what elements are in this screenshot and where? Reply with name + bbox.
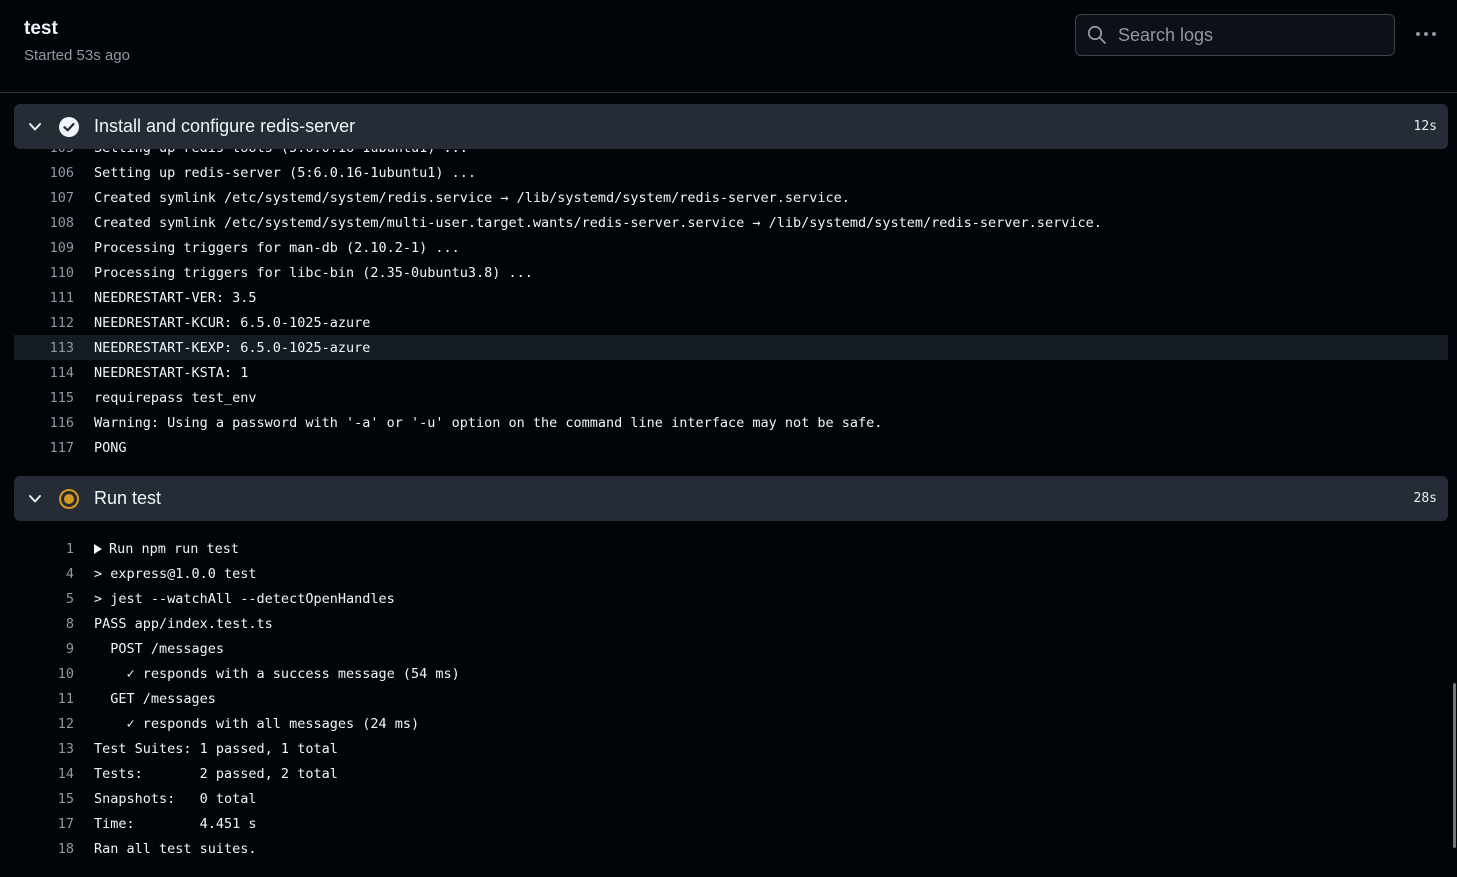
job-title: test [24, 18, 58, 39]
log-text: > jest --watchAll --detectOpenHandles [94, 590, 395, 607]
log-text: Warning: Using a password with '-a' or '… [94, 414, 883, 431]
log-line[interactable]: 12 ✓ responds with all messages (24 ms) [14, 711, 1448, 736]
line-number[interactable]: 106 [14, 165, 74, 181]
log-text: NEEDRESTART-KSTA: 1 [94, 364, 249, 381]
job-header: test Started 53s ago [0, 0, 1457, 93]
log-text: GET /messages [94, 690, 216, 707]
line-number[interactable]: 5 [14, 591, 74, 607]
step-duration: 12s [1413, 119, 1437, 134]
log-text: Snapshots: 0 total [94, 790, 257, 807]
log-line[interactable]: 4 > express@1.0.0 test [14, 561, 1448, 586]
scrollbar-thumb[interactable] [1453, 683, 1456, 848]
log-text: NEEDRESTART-KEXP: 6.5.0-1025-azure [94, 339, 371, 356]
log-line[interactable]: 110 Processing triggers for libc-bin (2.3… [14, 260, 1448, 285]
log-line[interactable]: 9 POST /messages [14, 636, 1448, 661]
step-log-run-test: 1 Run npm run test 4 > express@1.0.0 test 5 >… [14, 536, 1448, 861]
line-number[interactable]: 112 [14, 315, 74, 331]
chevron-down-icon[interactable] [26, 118, 44, 136]
line-number[interactable]: 11 [14, 691, 74, 707]
log-line[interactable]: 1 Run npm run test [14, 536, 1448, 561]
log-text: Time: 4.451 s [94, 815, 257, 832]
line-number[interactable]: 18 [14, 841, 74, 857]
line-number[interactable]: 8 [14, 616, 74, 632]
step-name: Install and configure redis-server [94, 116, 356, 136]
line-number[interactable]: 110 [14, 265, 74, 281]
log-line[interactable]: 115 requirepass test_env [14, 385, 1448, 410]
search-icon [1086, 24, 1108, 46]
log-text: requirepass test_env [94, 389, 257, 406]
line-number[interactable]: 107 [14, 190, 74, 206]
job-started-time: Started 53s ago [24, 47, 130, 64]
chevron-down-icon[interactable] [26, 490, 44, 508]
log-line[interactable]: 117 PONG [14, 435, 1448, 460]
log-text: Created symlink /etc/systemd/system/redi… [94, 189, 850, 206]
log-line[interactable]: 111 NEEDRESTART-VER: 3.5 [14, 285, 1448, 310]
log-line[interactable]: 114 NEEDRESTART-KSTA: 1 [14, 360, 1448, 385]
step-header-install-redis[interactable]: Install and configure redis-server 12s [14, 104, 1448, 149]
line-number[interactable]: 17 [14, 816, 74, 832]
log-line[interactable]: 11 GET /messages [14, 686, 1448, 711]
log-text: NEEDRESTART-KCUR: 6.5.0-1025-azure [94, 314, 371, 331]
line-number[interactable]: 115 [14, 390, 74, 406]
step-header-run-test[interactable]: Run test 28s [14, 476, 1448, 521]
disclosure-triangle-icon[interactable] [94, 543, 102, 554]
log-line[interactable]: 10 ✓ responds with a success message (54… [14, 661, 1448, 686]
log-text: Test Suites: 1 passed, 1 total [94, 740, 338, 757]
line-number[interactable]: 117 [14, 440, 74, 456]
log-text: ✓ responds with all messages (24 ms) [94, 715, 420, 732]
log-text: NEEDRESTART-VER: 3.5 [94, 289, 257, 306]
log-text: Ran all test suites. [94, 840, 257, 857]
log-line[interactable]: 116 Warning: Using a password with '-a' o… [14, 410, 1448, 435]
log-text: Processing triggers for man-db (2.10.2-1… [94, 239, 460, 256]
log-line[interactable]: 5 > jest --watchAll --detectOpenHandles [14, 586, 1448, 611]
line-number[interactable]: 10 [14, 666, 74, 682]
step-duration: 28s [1413, 491, 1437, 506]
log-line[interactable]: 106 Setting up redis-server (5:6.0.16-1ub… [14, 160, 1448, 185]
log-text: Tests: 2 passed, 2 total [94, 765, 338, 782]
line-number[interactable]: 12 [14, 716, 74, 732]
line-number[interactable]: 111 [14, 290, 74, 306]
line-number[interactable]: 9 [14, 641, 74, 657]
search-logs-input[interactable] [1116, 23, 1380, 47]
line-number[interactable]: 108 [14, 215, 74, 231]
line-number[interactable]: 14 [14, 766, 74, 782]
line-number[interactable]: 116 [14, 415, 74, 431]
log-text: PASS app/index.test.ts [94, 615, 273, 632]
log-line[interactable]: 113 NEEDRESTART-KEXP: 6.5.0-1025-azure [14, 335, 1448, 360]
line-number[interactable]: 4 [14, 566, 74, 582]
log-line[interactable]: 108 Created symlink /etc/systemd/system/m… [14, 210, 1448, 235]
kebab-menu-icon[interactable] [1412, 22, 1440, 46]
step-log-install-redis: 105Setting up redis-tools (5:6.0.16-1ubu… [14, 136, 1448, 461]
line-number[interactable]: 114 [14, 365, 74, 381]
log-text: Created symlink /etc/systemd/system/mult… [94, 214, 1102, 231]
line-number[interactable]: 109 [14, 240, 74, 256]
log-text: POST /messages [94, 640, 225, 657]
log-line[interactable]: 107 Created symlink /etc/systemd/system/r… [14, 185, 1448, 210]
log-line[interactable]: 18 Ran all test suites. [14, 836, 1448, 861]
log-line[interactable]: 109 Processing triggers for man-db (2.10.… [14, 235, 1448, 260]
log-text: Setting up redis-server (5:6.0.16-1ubunt… [94, 164, 477, 181]
check-circle-icon [58, 116, 80, 138]
search-logs-box[interactable] [1075, 14, 1395, 56]
log-text: Run npm run test [94, 541, 239, 557]
log-text: Processing triggers for libc-bin (2.35-0… [94, 264, 533, 281]
line-number[interactable]: 113 [14, 340, 74, 356]
in-progress-icon [58, 488, 80, 510]
log-text: ✓ responds with a success message (54 ms… [94, 665, 460, 682]
line-number[interactable]: 13 [14, 741, 74, 757]
log-line[interactable]: 14 Tests: 2 passed, 2 total [14, 761, 1448, 786]
group-label: Run npm run test [109, 540, 240, 557]
line-number[interactable]: 15 [14, 791, 74, 807]
log-line[interactable]: 112 NEEDRESTART-KCUR: 6.5.0-1025-azure [14, 310, 1448, 335]
log-line[interactable]: 13 Test Suites: 1 passed, 1 total [14, 736, 1448, 761]
line-number[interactable]: 1 [14, 541, 74, 557]
log-line[interactable]: 17 Time: 4.451 s [14, 811, 1448, 836]
log-line[interactable]: 15 Snapshots: 0 total [14, 786, 1448, 811]
log-text: PONG [94, 439, 127, 456]
step-name: Run test [94, 488, 162, 508]
log-text: > express@1.0.0 test [94, 565, 257, 582]
log-line[interactable]: 8 PASS app/index.test.ts [14, 611, 1448, 636]
